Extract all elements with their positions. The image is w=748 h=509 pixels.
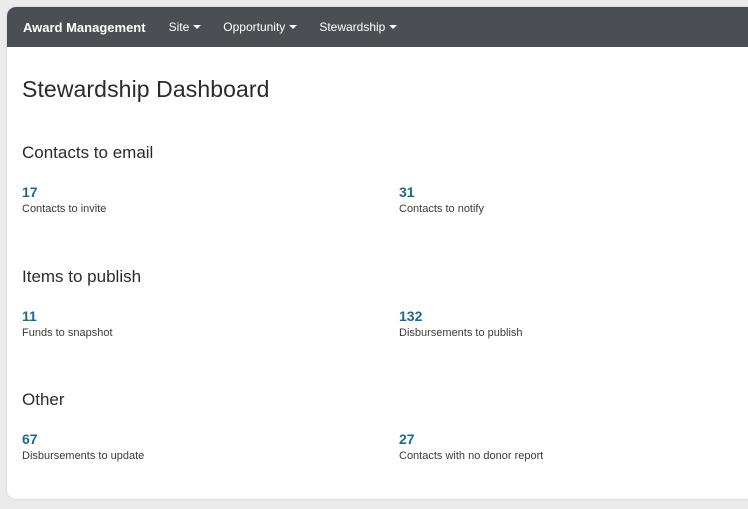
metric-value[interactable]: 27 xyxy=(399,431,543,447)
metric-value[interactable]: 132 xyxy=(399,308,523,324)
section-title-contacts-to-email: Contacts to email xyxy=(22,143,154,162)
metric-funds-to-snapshot[interactable]: 11 Funds to snapshot xyxy=(22,308,113,340)
top-navbar: Award Management Site Opportunity Stewar… xyxy=(7,7,748,47)
nav-stewardship-dropdown[interactable]: Stewardship xyxy=(319,20,398,34)
metric-value[interactable]: 67 xyxy=(22,431,144,447)
metric-contacts-with-no-donor-report[interactable]: 27 Contacts with no donor report xyxy=(399,431,543,463)
metric-label: Contacts to notify xyxy=(399,203,484,215)
metric-label: Disbursements to update xyxy=(22,450,145,462)
metric-contacts-to-invite[interactable]: 17 Contacts to invite xyxy=(22,184,106,216)
caret-down-icon xyxy=(193,25,202,29)
section-title-items-to-publish: Items to publish xyxy=(22,267,142,286)
nav-opportunity-dropdown[interactable]: Opportunity xyxy=(223,20,298,34)
metric-label: Disbursements to publish xyxy=(399,327,523,339)
nav-site-dropdown[interactable]: Site xyxy=(169,20,202,34)
metric-label: Contacts to invite xyxy=(22,203,107,215)
metric-value[interactable]: 11 xyxy=(22,308,113,324)
metric-value[interactable]: 31 xyxy=(399,184,484,200)
caret-down-icon xyxy=(389,25,398,29)
page-title: Stewardship Dashboard xyxy=(22,76,270,102)
nav-site-label: Site xyxy=(168,20,190,34)
section-title-other: Other xyxy=(22,390,65,409)
metric-value[interactable]: 17 xyxy=(22,184,106,200)
metric-disbursements-to-update[interactable]: 67 Disbursements to update xyxy=(22,431,144,463)
nav-opportunity-label: Opportunity xyxy=(223,20,286,34)
metric-label: Contacts with no donor report xyxy=(399,450,544,462)
metric-label: Funds to snapshot xyxy=(22,327,113,339)
nav-stewardship-label: Stewardship xyxy=(319,20,386,34)
app-window: Award Management Site Opportunity Stewar… xyxy=(7,7,748,499)
metric-contacts-to-notify[interactable]: 31 Contacts to notify xyxy=(399,184,484,216)
metric-disbursements-to-publish[interactable]: 132 Disbursements to publish xyxy=(399,308,523,340)
brand-link[interactable]: Award Management xyxy=(23,20,146,35)
caret-down-icon xyxy=(289,25,298,29)
